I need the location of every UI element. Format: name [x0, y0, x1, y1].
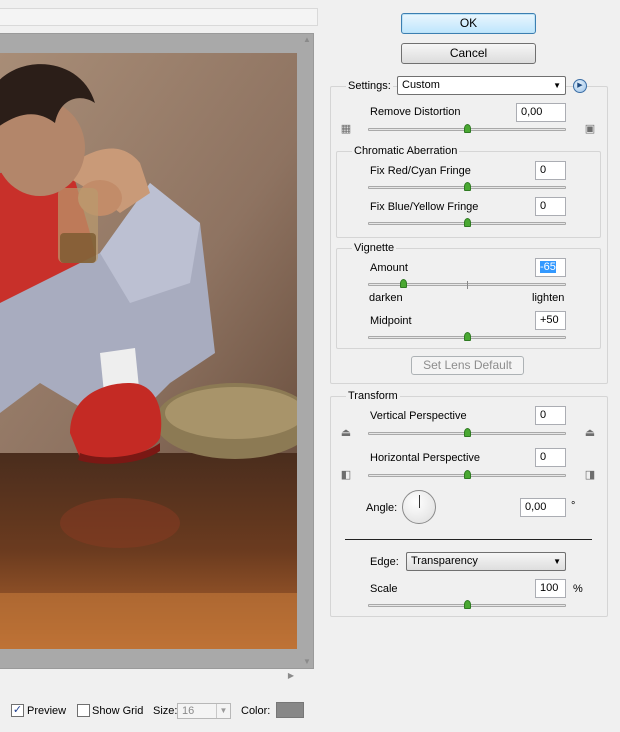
vignette-midpoint-slider-thumb[interactable] — [464, 332, 471, 341]
scroll-down-icon[interactable]: ▼ — [300, 657, 314, 667]
grid-size-select[interactable]: 16 ▼ — [177, 703, 231, 719]
fix-red-cyan-input[interactable]: 0 — [535, 161, 566, 180]
angle-input[interactable]: 0,00 — [520, 498, 566, 517]
scroll-right-icon[interactable]: ▶ — [284, 671, 298, 681]
scale-label: Scale — [370, 583, 398, 595]
horizontal-perspective-input[interactable]: 0 — [535, 448, 566, 467]
circle-arrow-right-icon[interactable]: ▶ — [573, 79, 587, 93]
vignette-midpoint-label: Midpoint — [370, 315, 412, 327]
show-grid-label: Show Grid — [92, 705, 144, 717]
angle-dial-icon[interactable] — [402, 490, 436, 524]
horizontal-perspective-slider-thumb[interactable] — [464, 470, 471, 479]
remove-distortion-label: Remove Distortion — [370, 106, 461, 118]
set-lens-default-button[interactable]: Set Lens Default — [411, 356, 524, 375]
darken-label: darken — [369, 292, 403, 304]
preview-label: Preview — [27, 705, 67, 717]
scroll-up-icon[interactable]: ▲ — [300, 35, 314, 45]
settings-value: Custom — [402, 79, 440, 91]
fix-red-cyan-slider-thumb[interactable] — [464, 182, 471, 191]
preview-horizontal-scrollbar[interactable]: ▶ — [0, 669, 300, 683]
scale-input[interactable]: 100 — [535, 579, 566, 598]
chevron-down-icon: ▼ — [553, 557, 561, 566]
angle-unit: ° — [571, 500, 576, 512]
lighten-label: lighten — [532, 292, 565, 304]
toolbar-strip — [0, 8, 318, 26]
vignette-amount-value: -65 — [540, 261, 556, 273]
vignette-midpoint-input[interactable]: +50 — [535, 311, 566, 330]
slider-center-tick — [467, 281, 468, 289]
scale-slider-thumb[interactable] — [464, 600, 471, 609]
ok-button[interactable]: OK — [401, 13, 536, 34]
preview-image — [0, 53, 297, 649]
transform-title: Transform — [346, 390, 400, 402]
edge-dropdown[interactable]: Transparency ▼ — [406, 552, 566, 571]
show-grid-checkbox[interactable] — [77, 704, 90, 717]
checkbox-checked-icon[interactable]: ✓ — [11, 704, 24, 717]
horizontal-perspective-left-icon: ◧ — [340, 469, 352, 481]
preview-checkbox[interactable]: ✓ — [11, 704, 24, 717]
settings-label: Settings: — [346, 80, 393, 92]
angle-label: Angle: — [366, 502, 398, 514]
cancel-button[interactable]: Cancel — [401, 43, 536, 64]
vignette-amount-input[interactable]: -65 — [535, 258, 566, 277]
chevron-down-icon[interactable]: ▼ — [216, 704, 230, 718]
fix-red-cyan-label: Fix Red/Cyan Fringe — [370, 165, 471, 177]
angle-needle — [419, 495, 420, 508]
edge-value: Transparency — [411, 555, 478, 567]
divider — [345, 539, 592, 540]
grid-color-swatch[interactable] — [276, 702, 304, 718]
scale-unit: % — [573, 583, 583, 595]
fix-blue-yellow-slider-thumb[interactable] — [464, 218, 471, 227]
vertical-perspective-label: Vertical Perspective — [370, 410, 467, 422]
horizontal-perspective-right-icon: ◨ — [584, 469, 596, 481]
vignette-amount-label: Amount — [370, 262, 408, 274]
chevron-down-icon: ▼ — [553, 81, 561, 90]
vertical-perspective-bottom-icon: ⏏ — [584, 427, 596, 439]
vignette-title: Vignette — [352, 242, 397, 254]
vertical-perspective-slider-thumb[interactable] — [464, 428, 471, 437]
vertical-perspective-top-icon: ⏏ — [340, 427, 352, 439]
edge-label: Edge: — [370, 556, 399, 568]
remove-distortion-input[interactable]: 0,00 — [516, 103, 566, 122]
size-label: Size: — [153, 705, 178, 717]
color-label: Color: — [241, 705, 271, 717]
barrel-distortion-icon: ▦ — [340, 123, 352, 135]
checkbox-unchecked-icon[interactable] — [77, 704, 90, 717]
fix-blue-yellow-input[interactable]: 0 — [535, 197, 566, 216]
preview-vertical-scrollbar[interactable]: ▲ ▼ — [300, 33, 314, 669]
horizontal-perspective-label: Horizontal Perspective — [370, 452, 481, 464]
remove-distortion-slider-thumb[interactable] — [464, 124, 471, 133]
chromatic-aberration-title: Chromatic Aberration — [352, 145, 460, 157]
vignette-amount-slider-thumb[interactable] — [400, 279, 407, 288]
grid-size-value: 16 — [182, 705, 195, 717]
fix-blue-yellow-label: Fix Blue/Yellow Fringe — [370, 201, 479, 213]
settings-dropdown[interactable]: Custom ▼ — [397, 76, 566, 95]
pincushion-distortion-icon: ▣ — [584, 123, 596, 135]
vertical-perspective-input[interactable]: 0 — [535, 406, 566, 425]
